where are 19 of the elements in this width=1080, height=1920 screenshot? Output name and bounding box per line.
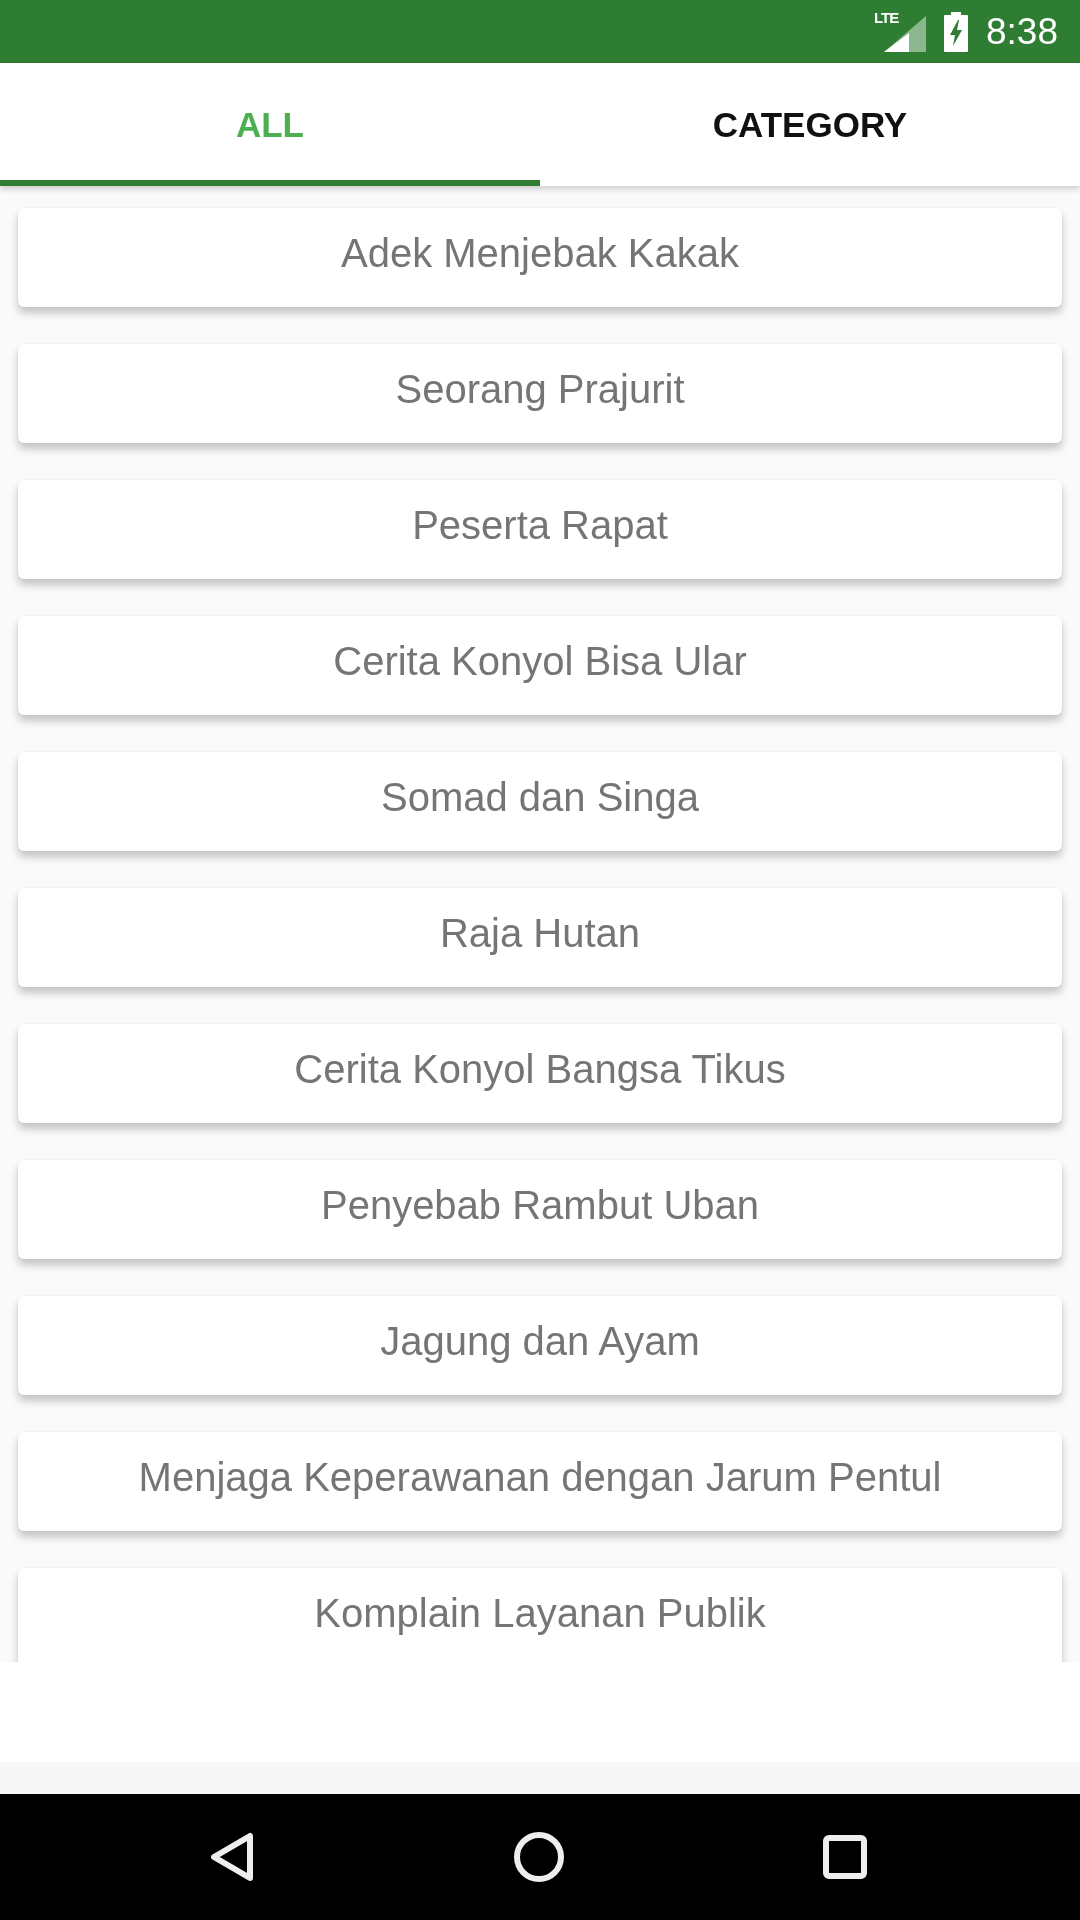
story-card[interactable]: Jagung dan Ayam: [18, 1296, 1062, 1395]
story-card[interactable]: Komplain Layanan Publik: [18, 1568, 1062, 1662]
battery-charging-icon: [944, 11, 968, 52]
story-card[interactable]: Seorang Prajurit: [18, 344, 1062, 443]
tab[interactable]: ALL: [0, 63, 540, 186]
story-card[interactable]: Raja Hutan: [18, 888, 1062, 987]
story-card[interactable]: Menjaga Keperawanan dengan Jarum Pentul: [18, 1432, 1062, 1531]
back-icon[interactable]: [210, 1832, 254, 1882]
tab[interactable]: CATEGORY: [540, 63, 1080, 186]
story-card[interactable]: Cerita Konyol Bangsa Tikus: [18, 1024, 1062, 1123]
story-card[interactable]: Penyebab Rambut Uban: [18, 1160, 1062, 1259]
recents-icon[interactable]: [823, 1835, 867, 1879]
story-card[interactable]: Adek Menjebak Kakak: [18, 208, 1062, 307]
home-icon[interactable]: [513, 1832, 564, 1882]
status-time: 8:38: [986, 13, 1058, 50]
story-card[interactable]: Cerita Konyol Bisa Ular: [18, 616, 1062, 715]
network-label: LTE: [874, 9, 899, 25]
story-card[interactable]: Peserta Rapat: [18, 480, 1062, 579]
story-card[interactable]: Somad dan Singa: [18, 752, 1062, 851]
